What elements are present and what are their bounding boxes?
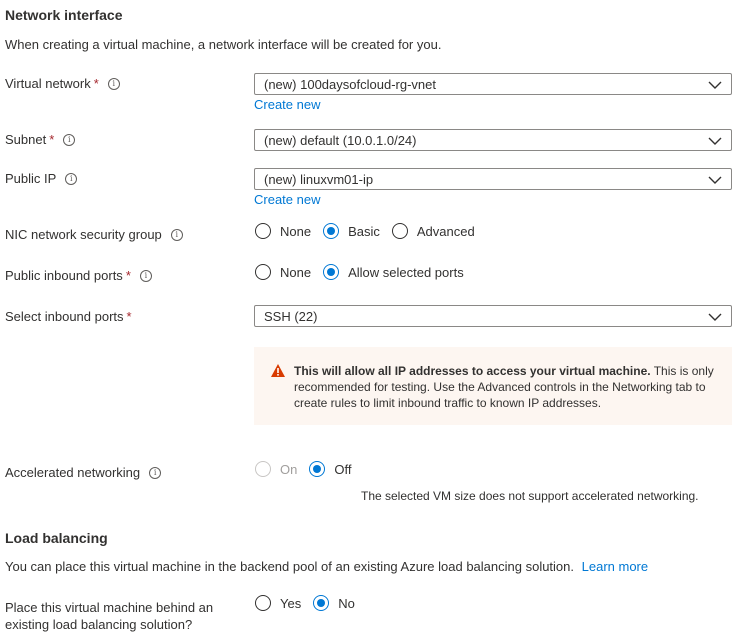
nic-nsg-label-text: NIC network security group [5, 227, 162, 242]
radio-circle-disabled [255, 461, 271, 477]
warning-strong-text: This will allow all IP addresses to acce… [294, 364, 651, 378]
accelerated-networking-option-on: On [255, 461, 297, 477]
virtual-network-label: Virtual network * i [5, 76, 120, 91]
public-inbound-option-none[interactable]: None [255, 264, 311, 280]
select-inbound-ports-value: SSH (22) [264, 308, 318, 324]
required-mark: * [126, 309, 132, 324]
nic-nsg-radio-group: None Basic Advanced [255, 223, 487, 239]
virtual-network-value: (new) 100daysofcloud-rg-vnet [264, 76, 436, 92]
load-balancing-description-text: You can place this virtual machine in th… [5, 559, 575, 574]
public-ip-label: Public IP i [5, 171, 78, 186]
radio-label: No [338, 595, 355, 611]
public-ip-create-new-link[interactable]: Create new [254, 192, 320, 207]
info-icon[interactable]: i [63, 133, 76, 146]
radio-circle[interactable] [255, 595, 271, 611]
chevron-down-icon [708, 313, 722, 321]
warning-icon [271, 364, 285, 377]
radio-circle-checked[interactable] [323, 264, 340, 280]
public-inbound-option-allow-selected[interactable]: Allow selected ports [323, 264, 464, 280]
radio-circle-checked[interactable] [323, 223, 340, 239]
radio-circle[interactable] [255, 264, 271, 280]
public-inbound-ports-label: Public inbound ports * i [5, 268, 152, 283]
learn-more-link[interactable]: Learn more [582, 559, 648, 574]
virtual-network-create-new-link[interactable]: Create new [254, 97, 320, 112]
radio-label: None [280, 264, 312, 280]
select-inbound-ports-label-text: Select inbound ports [5, 309, 124, 324]
load-balancing-description: You can place this virtual machine in th… [5, 559, 648, 574]
load-balancing-radio-group: Yes No [255, 595, 367, 611]
chevron-down-icon [708, 176, 722, 184]
info-icon[interactable]: i [65, 172, 78, 185]
info-icon[interactable]: i [149, 466, 162, 479]
info-icon[interactable]: i [139, 269, 152, 282]
virtual-network-select[interactable]: (new) 100daysofcloud-rg-vnet [254, 73, 732, 95]
load-balancing-question-line2: existing load balancing solution? [5, 617, 193, 632]
public-ip-label-text: Public IP [5, 171, 57, 186]
radio-label: Advanced [416, 223, 475, 239]
required-mark: * [93, 76, 99, 91]
chevron-down-icon [708, 81, 722, 89]
subnet-select[interactable]: (new) default (10.0.1.0/24) [254, 129, 732, 151]
accelerated-networking-radio-group: On Off [255, 461, 363, 477]
radio-label: On [280, 461, 298, 477]
load-balancing-question-line1: Place this virtual machine behind an [5, 600, 214, 615]
subnet-label-text: Subnet [5, 132, 47, 147]
select-inbound-ports-select[interactable]: SSH (22) [254, 305, 732, 327]
public-ip-select[interactable]: (new) linuxvm01-ip [254, 168, 732, 190]
nic-nsg-label: NIC network security group i [5, 227, 183, 242]
load-balancing-option-no[interactable]: No [313, 595, 355, 611]
radio-circle[interactable] [391, 223, 408, 239]
radio-label: Off [334, 461, 352, 477]
public-ip-value: (new) linuxvm01-ip [264, 171, 374, 187]
public-inbound-ports-radio-group: None Allow selected ports [255, 264, 476, 280]
info-icon[interactable]: i [107, 77, 120, 90]
radio-circle-checked[interactable] [309, 461, 326, 477]
accelerated-networking-label: Accelerated networking i [5, 465, 162, 480]
nic-nsg-option-basic[interactable]: Basic [323, 223, 380, 239]
radio-label: Allow selected ports [348, 264, 464, 280]
radio-label: Basic [348, 223, 380, 239]
accelerated-networking-note: The selected VM size does not support ac… [361, 489, 699, 503]
radio-label: Yes [280, 595, 302, 611]
required-mark: * [125, 268, 131, 283]
required-mark: * [49, 132, 55, 147]
radio-circle[interactable] [255, 223, 271, 239]
warning-message-box: This will allow all IP addresses to acce… [254, 347, 732, 425]
accelerated-networking-label-text: Accelerated networking [5, 465, 141, 480]
load-balancing-question: Place this virtual machine behind an exi… [5, 599, 213, 633]
radio-circle-checked[interactable] [313, 595, 330, 611]
subnet-label: Subnet * i [5, 132, 76, 147]
select-inbound-ports-label: Select inbound ports * [5, 309, 132, 324]
load-balancing-option-yes[interactable]: Yes [255, 595, 301, 611]
radio-label: None [280, 223, 312, 239]
public-inbound-ports-label-text: Public inbound ports [5, 268, 123, 283]
nic-nsg-option-advanced[interactable]: Advanced [391, 223, 475, 239]
network-interface-title: Network interface [5, 7, 123, 23]
virtual-network-label-text: Virtual network [5, 76, 91, 91]
nic-nsg-option-none[interactable]: None [255, 223, 311, 239]
info-icon[interactable]: i [170, 228, 183, 241]
network-interface-description: When creating a virtual machine, a netwo… [5, 37, 442, 52]
chevron-down-icon [708, 137, 722, 145]
accelerated-networking-option-off[interactable]: Off [309, 461, 351, 477]
subnet-value: (new) default (10.0.1.0/24) [264, 132, 417, 148]
load-balancing-title: Load balancing [5, 530, 108, 546]
